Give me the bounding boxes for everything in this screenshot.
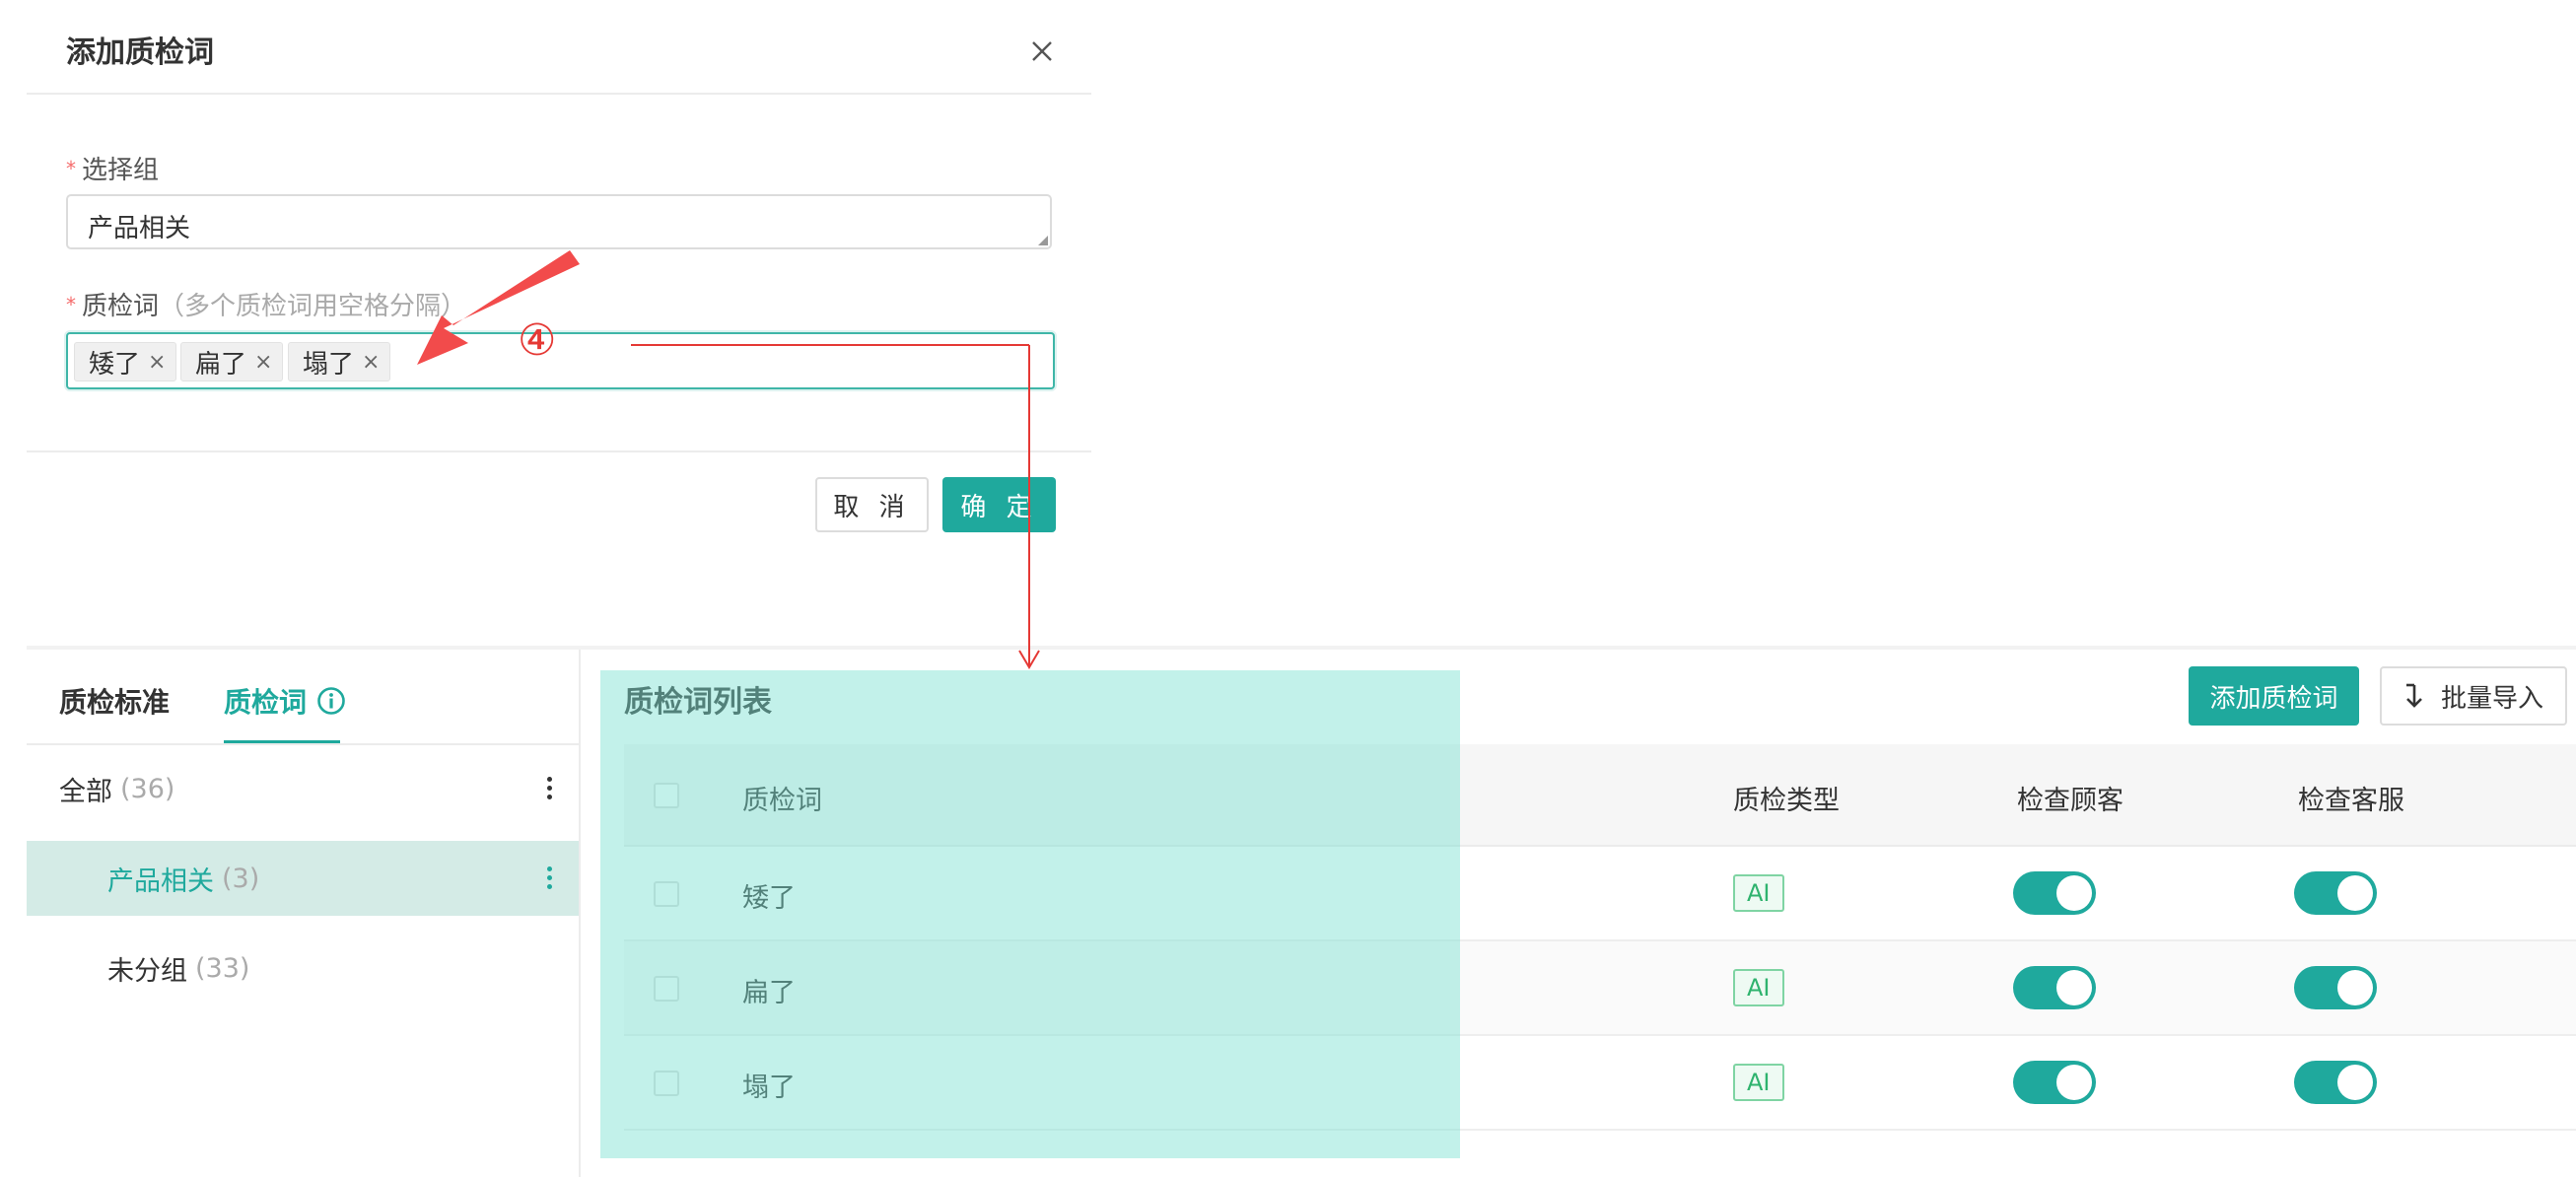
tag-close-icon[interactable]: × bbox=[362, 350, 380, 375]
check-service-toggle[interactable] bbox=[2294, 1061, 2377, 1104]
word-cell: 扁了 bbox=[742, 978, 796, 1008]
tag-close-icon[interactable]: × bbox=[254, 350, 272, 375]
group-select-value: 产品相关 bbox=[88, 214, 191, 243]
add-word-modal: 添加质检词 * 选择组 产品相关 * 质检词（多个质检词用空格分隔） 矮了 × 扁了 ×… bbox=[27, 0, 1091, 631]
main-panel: 质检词列表 添加质检词 批量导入 质检词 质检类型 检查顾客 检查客服 矮了 A… bbox=[581, 650, 2576, 1177]
close-icon[interactable] bbox=[1026, 35, 1058, 67]
words-label: * 质检词（多个质检词用空格分隔） bbox=[66, 286, 466, 322]
select-all-checkbox[interactable] bbox=[654, 783, 679, 808]
required-mark: * bbox=[66, 157, 76, 180]
check-service-toggle[interactable] bbox=[2294, 871, 2377, 915]
table-header: 质检词 质检类型 检查顾客 检查客服 bbox=[624, 744, 2576, 847]
type-badge: AI bbox=[1733, 1064, 1784, 1101]
check-customer-toggle[interactable] bbox=[2013, 966, 2096, 1009]
word-tag: 矮了 × bbox=[74, 342, 177, 381]
group-item-all[interactable]: 全部 (36) bbox=[27, 751, 579, 826]
group-count: (36) bbox=[120, 773, 175, 804]
word-tag-label: 矮了 bbox=[89, 349, 141, 380]
table-row: 矮了 AI bbox=[624, 847, 2576, 941]
table-row: 扁了 AI bbox=[624, 941, 2576, 1036]
word-tag: 塌了 × bbox=[288, 342, 391, 381]
word-cell: 矮了 bbox=[742, 883, 796, 914]
group-name: 产品相关 bbox=[107, 865, 214, 897]
group-label: * 选择组 bbox=[66, 150, 159, 186]
resize-handle-icon bbox=[1038, 236, 1048, 245]
tag-close-icon[interactable]: × bbox=[148, 350, 166, 375]
import-arrow-icon bbox=[2405, 683, 2422, 708]
word-cell: 塌了 bbox=[742, 1073, 796, 1103]
group-count: (33) bbox=[195, 952, 250, 984]
words-tag-input[interactable]: 矮了 × 扁了 × 塌了 × bbox=[66, 332, 1055, 389]
row-checkbox[interactable] bbox=[654, 1071, 679, 1096]
batch-import-label: 批量导入 bbox=[2440, 683, 2543, 714]
more-menu-icon[interactable] bbox=[545, 777, 553, 802]
required-mark: * bbox=[66, 293, 76, 316]
column-header: 检查客服 bbox=[2298, 786, 2404, 816]
divider bbox=[27, 93, 1091, 95]
page-title: 质检词列表 bbox=[624, 685, 772, 720]
batch-import-button[interactable]: 批量导入 bbox=[2380, 666, 2567, 726]
group-item-product[interactable]: 产品相关 (3) bbox=[27, 841, 579, 916]
column-header: 检查顾客 bbox=[2017, 786, 2123, 816]
confirm-button[interactable]: 确 定 bbox=[942, 477, 1056, 532]
group-select[interactable]: 产品相关 bbox=[66, 194, 1052, 249]
group-count: (3) bbox=[222, 863, 260, 894]
column-header: 质检类型 bbox=[1733, 786, 1840, 816]
type-badge: AI bbox=[1733, 874, 1784, 912]
group-label-text: 选择组 bbox=[82, 156, 160, 185]
divider bbox=[27, 450, 1091, 452]
check-customer-toggle[interactable] bbox=[2013, 1061, 2096, 1104]
sidebar: 质检标准 质检词 全部 (36) 产品相关 (3) 未分组 (33) bbox=[27, 650, 581, 1177]
type-badge: AI bbox=[1733, 969, 1784, 1006]
column-header: 质检词 bbox=[742, 786, 822, 816]
tab-words[interactable]: 质检词 bbox=[224, 681, 346, 721]
table-row: 塌了 AI bbox=[624, 1036, 2576, 1131]
cancel-button[interactable]: 取 消 bbox=[815, 477, 929, 532]
group-name: 全部 bbox=[59, 776, 112, 807]
words-table: 质检词 质检类型 检查顾客 检查客服 矮了 AI 扁了 AI 塌了 AI bbox=[624, 744, 2576, 1131]
tab-standards[interactable]: 质检标准 bbox=[59, 681, 170, 721]
modal-title: 添加质检词 bbox=[66, 35, 214, 70]
word-tag-label: 扁了 bbox=[195, 349, 247, 380]
row-checkbox[interactable] bbox=[654, 881, 679, 907]
group-name: 未分组 bbox=[107, 955, 187, 987]
add-word-button[interactable]: 添加质检词 bbox=[2189, 666, 2359, 726]
check-service-toggle[interactable] bbox=[2294, 966, 2377, 1009]
row-checkbox[interactable] bbox=[654, 976, 679, 1002]
words-label-text: 质检词 bbox=[82, 292, 160, 321]
divider bbox=[27, 743, 579, 745]
check-customer-toggle[interactable] bbox=[2013, 871, 2096, 915]
tab-words-label: 质检词 bbox=[224, 686, 308, 719]
words-hint: （多个质检词用空格分隔） bbox=[159, 292, 467, 321]
info-icon[interactable] bbox=[316, 686, 346, 716]
group-item-ungrouped[interactable]: 未分组 (33) bbox=[27, 931, 579, 1005]
step-number: ④ bbox=[518, 315, 557, 366]
more-menu-icon[interactable] bbox=[545, 866, 553, 892]
word-tag: 扁了 × bbox=[180, 342, 284, 381]
word-tag-label: 塌了 bbox=[303, 349, 355, 380]
